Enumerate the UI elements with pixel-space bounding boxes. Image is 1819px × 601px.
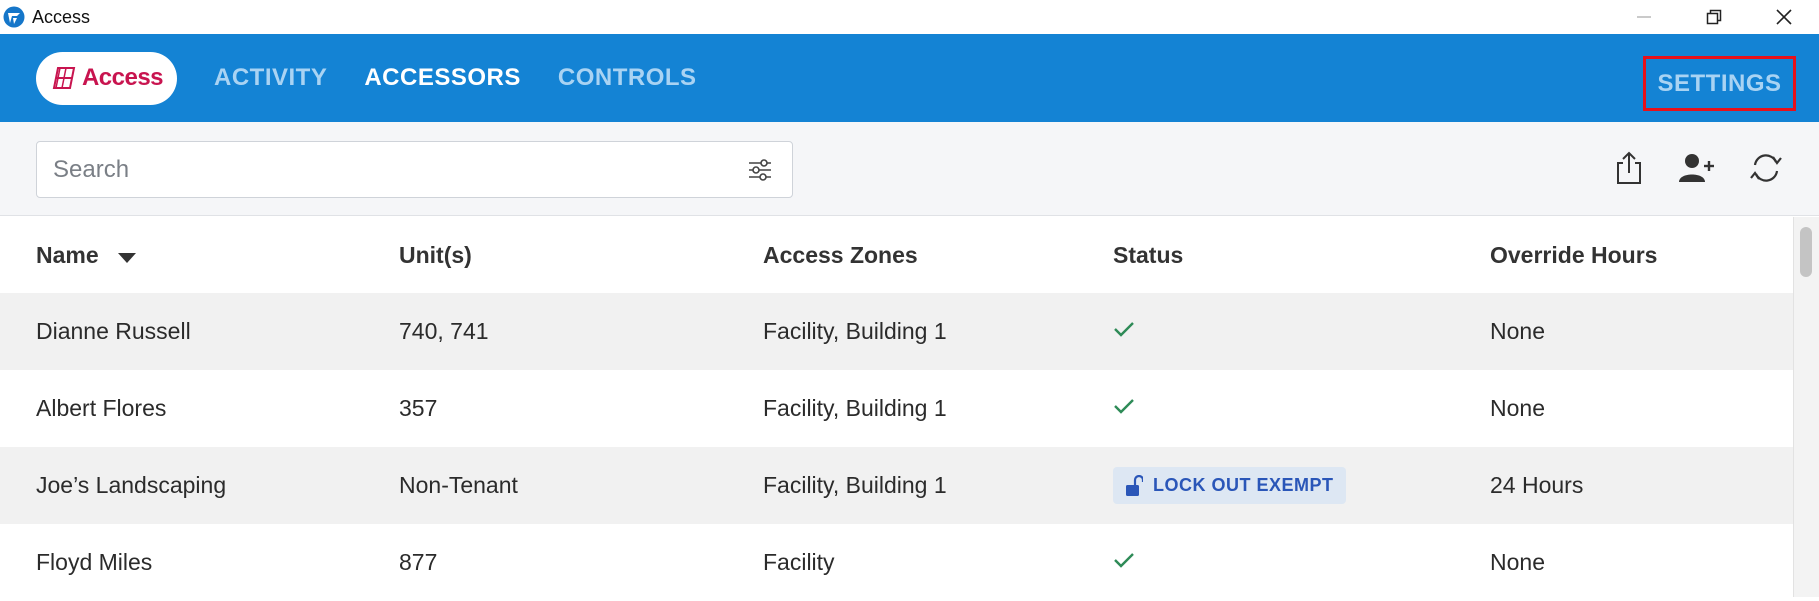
table-row[interactable]: Floyd Miles 877 Facility None (0, 524, 1793, 601)
minimize-icon (1637, 16, 1651, 18)
cell-name: Joe’s Landscaping (36, 472, 227, 498)
toolbar (0, 122, 1819, 216)
minimize-button[interactable] (1609, 0, 1679, 34)
search-input[interactable] (53, 142, 733, 197)
tab-controls[interactable]: CONTROLS (558, 64, 697, 92)
cell-units: 877 (399, 549, 438, 575)
table-header: Name Unit(s) Access Zones Status Overrid… (0, 217, 1793, 293)
cell-override: 24 Hours (1490, 472, 1584, 498)
check-icon (1113, 397, 1135, 420)
access-logo[interactable]: Access (36, 51, 177, 105)
header-name[interactable]: Name (36, 242, 137, 269)
badge-label: LOCK OUT EXEMPT (1153, 475, 1334, 495)
add-user-button[interactable] (1677, 148, 1717, 188)
settings-tab[interactable]: SETTINGS (1643, 56, 1796, 111)
access-logo-icon (52, 67, 76, 89)
settings-label: SETTINGS (1657, 69, 1782, 97)
close-button[interactable] (1749, 0, 1819, 34)
logo-text: Access (81, 64, 164, 91)
cell-zones: Facility, Building 1 (763, 472, 947, 498)
header-access-zones[interactable]: Access Zones (763, 242, 918, 269)
cell-override: None (1490, 549, 1545, 575)
refresh-icon (1750, 154, 1782, 182)
access-app-icon (2, 5, 26, 29)
sort-down-icon[interactable] (117, 252, 137, 264)
cell-units: 357 (399, 395, 438, 421)
cell-override: None (1490, 318, 1545, 344)
cell-name: Dianne Russell (36, 318, 191, 344)
cell-units: 740, 741 (399, 318, 489, 344)
cell-name: Albert Flores (36, 395, 167, 421)
lockout-exempt-badge: LOCK OUT EXEMPT (1113, 467, 1346, 504)
export-button[interactable] (1609, 148, 1649, 188)
check-icon (1113, 320, 1135, 343)
title-bar: Access (0, 0, 1819, 34)
vertical-scrollbar[interactable] (1793, 217, 1819, 597)
header-override-hours[interactable]: Override Hours (1490, 242, 1657, 269)
export-icon (1617, 151, 1641, 184)
header-units[interactable]: Unit(s) (399, 242, 472, 269)
close-icon (1776, 9, 1792, 25)
refresh-button[interactable] (1746, 148, 1786, 188)
table-row[interactable]: Albert Flores 357 Facility, Building 1 N… (0, 370, 1793, 447)
cell-zones: Facility, Building 1 (763, 318, 947, 344)
accessors-table: Name Unit(s) Access Zones Status Overrid… (0, 217, 1793, 601)
unlock-icon (1126, 474, 1143, 496)
cell-zones: Facility (763, 549, 835, 575)
cell-units: Non-Tenant (399, 472, 518, 498)
restore-icon (1706, 9, 1722, 25)
restore-button[interactable] (1679, 0, 1749, 34)
window-title: Access (32, 6, 91, 27)
table-row[interactable]: Dianne Russell 740, 741 Facility, Buildi… (0, 293, 1793, 370)
cell-override: None (1490, 395, 1545, 421)
add-user-icon (1679, 154, 1714, 182)
search-box (36, 141, 793, 198)
check-icon (1113, 551, 1135, 574)
table-row[interactable]: Joe’s Landscaping Non-Tenant Facility, B… (0, 447, 1793, 524)
header-status[interactable]: Status (1113, 242, 1183, 269)
tab-activity[interactable]: ACTIVITY (214, 64, 327, 92)
top-nav: Access ACTIVITY ACCESSORS CONTROLS SETTI… (0, 34, 1819, 122)
cell-name: Floyd Miles (36, 549, 153, 575)
cell-zones: Facility, Building 1 (763, 395, 947, 421)
tab-accessors[interactable]: ACCESSORS (364, 64, 521, 92)
scrollbar-thumb[interactable] (1800, 227, 1812, 277)
filter-icon[interactable] (746, 156, 774, 184)
